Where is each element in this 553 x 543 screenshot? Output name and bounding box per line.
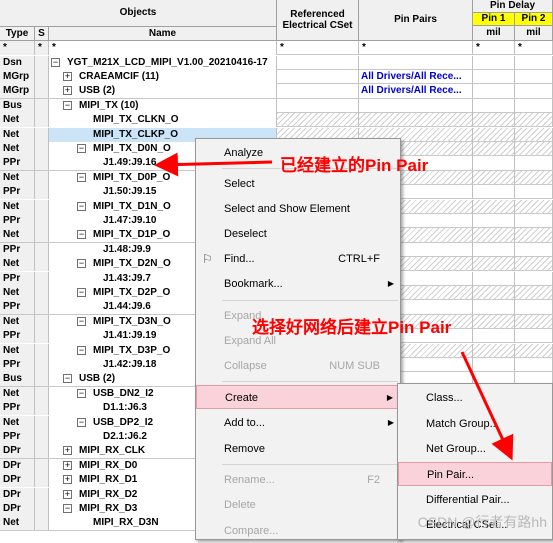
watermark: CSDN @行者有路hh	[417, 514, 547, 530]
annotation-arrows	[154, 152, 514, 461]
annotation-create-pin-pair: 选择好网络后建立Pin Pair	[252, 318, 452, 337]
arrow-to-existing-pin-pair	[154, 152, 273, 177]
arrow-to-pin-pair-menu	[460, 351, 514, 461]
annotation-existing-pin-pair: 已经建立的Pin Pair	[280, 156, 429, 175]
